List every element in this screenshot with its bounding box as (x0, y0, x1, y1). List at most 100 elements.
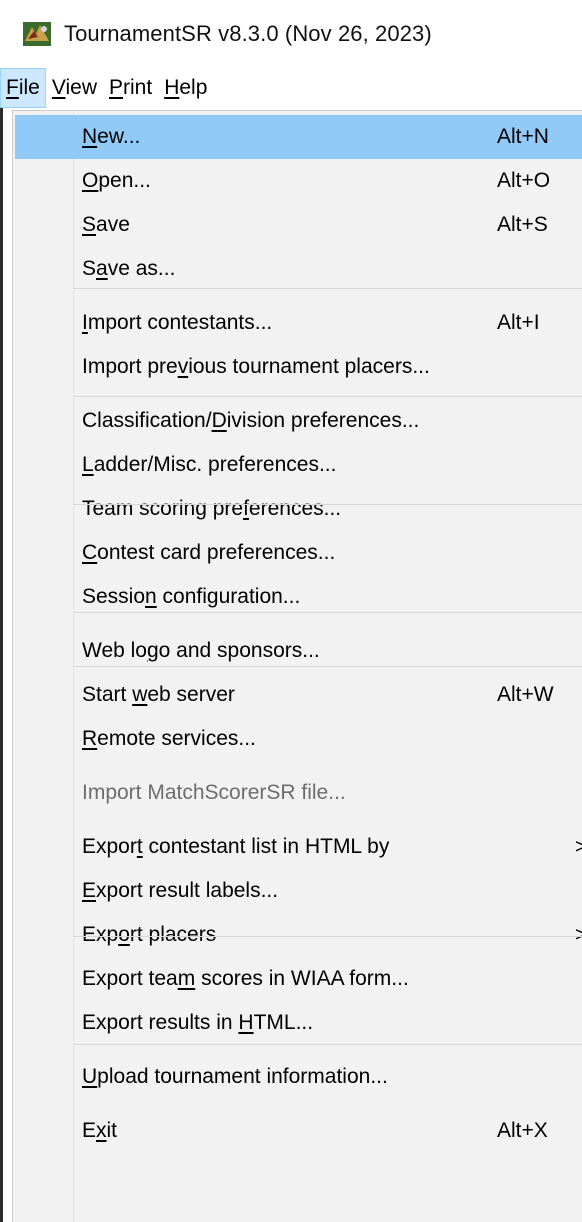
menu-item-start-web-server[interactable]: Start web server Alt+W (15, 673, 582, 717)
menu-item-mnemonic: N (82, 125, 98, 148)
menu-separator (74, 666, 582, 667)
menu-item-label-post: ave (96, 213, 130, 236)
menu-item-contest-card-preferences[interactable]: Contest card preferences... (15, 531, 582, 575)
menu-item-shortcut: Alt+N (497, 125, 549, 148)
menu-item-label-post: xport result labels... (96, 879, 279, 902)
menu-file-label: ile (18, 76, 40, 99)
menu-view-mnemonic: V (51, 76, 66, 99)
menu-item-label: Export placers (82, 923, 216, 947)
menu-separator (74, 1044, 582, 1045)
menu-item-mnemonic: x (96, 1119, 107, 1142)
menu-item-mnemonic: a (96, 257, 108, 280)
menu-item-export-team-scores-wiaa[interactable]: Export team scores in WIAA form... (15, 957, 582, 1001)
menu-item-label-post: eb server (147, 683, 235, 706)
menu-item-label-post: mport contestants... (87, 311, 273, 334)
menu-separator (74, 504, 582, 505)
window-left-edge (0, 108, 3, 1222)
file-dropdown-menu: New... Alt+N Open... Alt+O Save Alt+S Save as.… (12, 110, 582, 1222)
menu-help[interactable]: Help (158, 68, 213, 108)
menu-separator (74, 288, 582, 289)
menu-item-label: Import MatchScorerSR file... (82, 781, 346, 805)
menu-item-label-pre: Team scoring pre (82, 497, 244, 520)
menu-help-mnemonic: H (164, 76, 180, 99)
menu-item-label-pre: Export tea (82, 967, 178, 990)
menu-item-mnemonic: o (118, 923, 130, 946)
menu-item-shortcut: Alt+S (497, 213, 548, 236)
menu-item-label-pre: Web lo (82, 639, 147, 662)
menu-view[interactable]: View (46, 68, 103, 108)
menu-item-team-scoring-preferences[interactable]: Team scoring preferences... (15, 487, 582, 531)
menu-item-import-previous-placers[interactable]: Import previous tournament placers... (15, 345, 582, 389)
menu-item-label-post: o and sponsors... (158, 639, 320, 662)
menu-item-label: Import previous tournament placers... (82, 355, 430, 379)
menu-item-label-post: ontest card preferences... (97, 541, 336, 564)
menu-separator (74, 936, 582, 937)
menu-item-label-post: ious tournament placers... (188, 355, 430, 378)
menu-item-mnemonic: w (132, 683, 148, 706)
menu-item-shortcut: Alt+O (497, 169, 551, 192)
menu-print[interactable]: Print (103, 68, 158, 108)
menu-item-label: Start web server (82, 683, 235, 707)
window-title: TournamentSR v8.3.0 (Nov 26, 2023) (64, 21, 432, 46)
menu-item-shortcut: Alt+X (497, 1119, 548, 1142)
menu-item-label-pre: Exp (82, 923, 119, 946)
menu-item-label-pre: E (82, 1119, 97, 1142)
menu-item-label-post: adder/Misc. preferences... (93, 453, 337, 476)
menu-item-label: Export result labels... (82, 879, 278, 903)
menu-view-label: iew (65, 76, 97, 99)
menu-item-mnemonic: n (145, 585, 157, 608)
menu-item-remote-services[interactable]: Remote services... (15, 717, 582, 761)
menu-item-label: Export results in HTML... (82, 1011, 313, 1035)
menu-bar: File View Print Help (0, 68, 582, 108)
menu-item-label: Save (82, 213, 130, 237)
menu-item-mnemonic: g (146, 639, 159, 662)
menu-item-export-result-labels[interactable]: Export result labels... (15, 869, 582, 913)
menu-item-mnemonic: U (82, 1065, 98, 1088)
menu-item-label-post: pload tournament information... (97, 1065, 388, 1088)
menu-item-mnemonic: D (211, 409, 227, 432)
menu-item-label: Classification/Division preferences... (82, 409, 419, 433)
menu-print-mnemonic: P (109, 76, 124, 99)
menu-item-label: Upload tournament information... (82, 1065, 388, 1089)
menu-file[interactable]: File (0, 68, 46, 108)
menu-item-ladder-misc-preferences[interactable]: Ladder/Misc. preferences... (15, 443, 582, 487)
menu-item-label: New... (82, 125, 140, 149)
menu-item-upload-tournament-information[interactable]: Upload tournament information... (15, 1055, 582, 1099)
menu-item-label-post: ve as... (107, 257, 176, 280)
menu-item-label-post: emote services... (97, 727, 256, 750)
menu-item-label: Web logo and sponsors... (82, 639, 320, 663)
menu-item-exit[interactable]: Exit Alt+X (15, 1109, 582, 1153)
menu-item-export-placers[interactable]: Export placers > (15, 913, 582, 957)
menu-item-shortcut: Alt+I (497, 311, 540, 334)
menu-item-label-post: TML... (253, 1011, 314, 1034)
menu-item-label-pre: Export results in (82, 1011, 239, 1034)
menu-item-save-as[interactable]: Save as... (15, 247, 582, 291)
menu-item-save[interactable]: Save Alt+S (15, 203, 582, 247)
menu-item-label: Save as... (82, 257, 175, 281)
menu-item-new[interactable]: New... Alt+N (15, 115, 582, 159)
menu-item-label-post: it (106, 1119, 118, 1142)
chevron-right-icon: > (575, 835, 582, 858)
menu-item-mnemonic: S (82, 213, 97, 236)
menu-item-label: Contest card preferences... (82, 541, 335, 565)
menu-item-label-pre: Sessio (82, 585, 146, 608)
menu-item-export-contestant-list-html[interactable]: Export contestant list in HTML by > (15, 825, 582, 869)
menu-item-label-post: rt placers (129, 923, 217, 946)
menu-item-import-contestants[interactable]: Import contestants... Alt+I (15, 301, 582, 345)
menu-item-mnemonic: R (82, 727, 98, 750)
menu-item-mnemonic: C (82, 541, 98, 564)
menu-item-label-post: configuration... (156, 585, 301, 608)
menu-item-label-pre: Expor (82, 835, 137, 858)
menu-item-export-results-html[interactable]: Export results in HTML... (15, 1001, 582, 1045)
chevron-right-icon: > (575, 923, 582, 946)
menu-item-label: Session configuration... (82, 585, 300, 609)
menu-item-open[interactable]: Open... Alt+O (15, 159, 582, 203)
menu-item-mnemonic: L (82, 453, 94, 476)
menu-item-label: Open... (82, 169, 151, 193)
menu-print-label: rint (123, 76, 153, 99)
menu-item-label-post: contestant list in HTML by (142, 835, 390, 858)
menu-file-mnemonic: F (6, 76, 19, 99)
menu-item-mnemonic: E (82, 879, 97, 902)
menu-item-classification-division-preferences[interactable]: Classification/Division preferences... (15, 399, 582, 443)
menu-item-label: Export team scores in WIAA form... (82, 967, 409, 991)
